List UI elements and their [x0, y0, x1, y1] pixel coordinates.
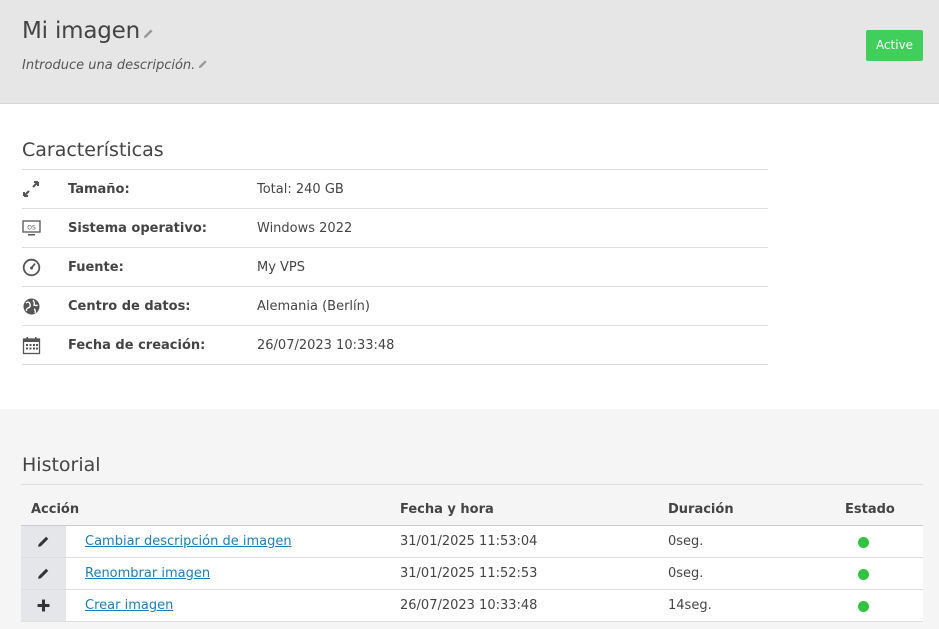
image-name[interactable]: Mi imagen	[22, 18, 140, 44]
svg-text:OS: OS	[27, 225, 36, 232]
pencil-icon	[21, 558, 66, 589]
column-header-datetime: Fecha y hora	[400, 502, 494, 517]
history-table-header: Acción Fecha y hora Duración Estado	[21, 485, 923, 526]
page-title: Mi imagen	[22, 18, 154, 45]
char-label: Tamaño:	[68, 182, 130, 197]
gauge-icon	[22, 258, 42, 278]
page-description: Introduce una descripción.	[22, 58, 208, 73]
char-label: Sistema operativo:	[68, 221, 207, 236]
os-monitor-icon: OS	[22, 219, 42, 239]
char-value: Windows 2022	[257, 221, 353, 236]
globe-icon	[22, 297, 42, 317]
char-row-created: Fecha de creación: 26/07/2023 10:33:48	[22, 326, 768, 365]
status-ok-dot	[858, 537, 869, 548]
char-value: My VPS	[257, 260, 306, 275]
char-row-datacenter: Centro de datos: Alemania (Berlín)	[22, 287, 768, 326]
edit-description-pencil-icon[interactable]	[198, 58, 208, 73]
char-label: Centro de datos:	[68, 299, 191, 314]
char-value: Alemania (Berlín)	[257, 299, 370, 314]
history-duration: 0seg.	[668, 566, 704, 581]
edit-title-pencil-icon[interactable]	[143, 19, 154, 45]
column-header-action: Acción	[31, 502, 80, 517]
image-description[interactable]: Introduce una descripción.	[22, 58, 195, 73]
char-row-source: Fuente: My VPS	[22, 248, 768, 287]
history-title: Historial	[22, 454, 101, 476]
status-ok-dot	[858, 569, 869, 580]
characteristics-title: Características	[22, 139, 164, 161]
status-ok-dot	[858, 601, 869, 612]
char-value: Total: 240 GB	[257, 182, 344, 197]
history-datetime: 31/01/2025 11:53:04	[400, 534, 538, 549]
history-datetime: 31/01/2025 11:52:53	[400, 566, 538, 581]
pencil-icon	[21, 526, 66, 557]
history-action-link[interactable]: Crear imagen	[85, 598, 173, 613]
history-section: Historial Acción Fecha y hora Duración E…	[0, 409, 939, 629]
history-table: Acción Fecha y hora Duración Estado Camb…	[21, 484, 923, 622]
char-value: 26/07/2023 10:33:48	[257, 338, 395, 353]
table-row: Cambiar descripción de imagen 31/01/2025…	[21, 526, 923, 558]
table-row: Renombrar imagen 31/01/2025 11:52:53 0se…	[21, 558, 923, 590]
table-row: Crear imagen 26/07/2023 10:33:48 14seg.	[21, 590, 923, 622]
history-duration: 14seg.	[668, 598, 712, 613]
char-label: Fecha de creación:	[68, 338, 206, 353]
history-datetime: 26/07/2023 10:33:48	[400, 598, 538, 613]
characteristics-table: Tamaño: Total: 240 GB OS Sistema operati…	[22, 169, 768, 365]
page-header: Mi imagen Introduce una descripción. Act…	[0, 0, 939, 104]
column-header-status: Estado	[845, 502, 895, 517]
char-label: Fuente:	[68, 260, 124, 275]
history-action-link[interactable]: Cambiar descripción de imagen	[85, 534, 292, 549]
history-action-link[interactable]: Renombrar imagen	[85, 566, 210, 581]
calendar-icon	[22, 336, 42, 356]
char-row-os: OS Sistema operativo: Windows 2022	[22, 209, 768, 248]
column-header-duration: Duración	[668, 502, 734, 517]
history-duration: 0seg.	[668, 534, 704, 549]
plus-icon	[21, 590, 66, 621]
resize-icon	[22, 180, 42, 200]
status-active-button[interactable]: Active	[866, 30, 923, 61]
char-row-size: Tamaño: Total: 240 GB	[22, 170, 768, 209]
